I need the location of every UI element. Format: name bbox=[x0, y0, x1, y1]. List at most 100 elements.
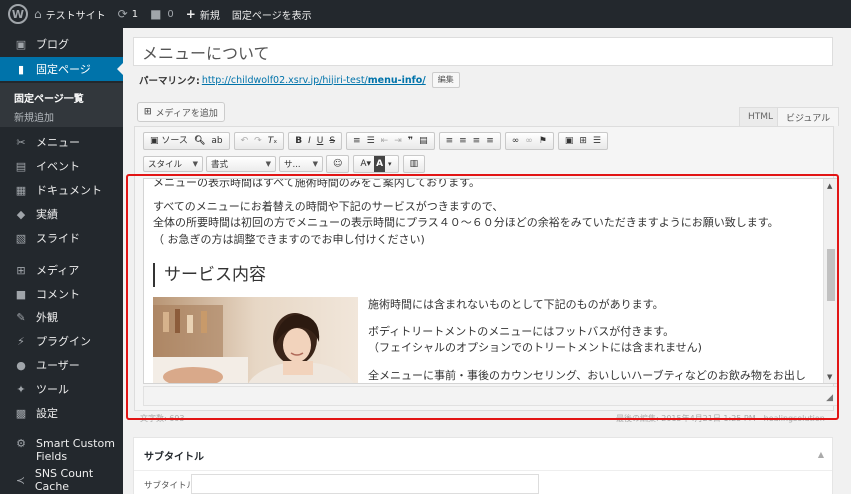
comment-icon: ■ bbox=[15, 287, 27, 301]
sidebar-item-plugins[interactable]: ⚡ プラグイン bbox=[0, 329, 123, 353]
horizontal-rule-icon[interactable]: ☰ bbox=[590, 133, 604, 149]
sidebar-item-slide[interactable]: ▧ スライド bbox=[0, 226, 123, 250]
chevron-down-icon[interactable]: ▾ bbox=[385, 156, 395, 172]
sidebar-item-tools[interactable]: ✦ ツール bbox=[0, 377, 123, 401]
paste-icon[interactable]: ▥ bbox=[407, 156, 422, 172]
active-arrow bbox=[117, 63, 123, 75]
sidebar-item-menu[interactable]: ✂ メニュー bbox=[0, 130, 123, 154]
toolbar-row-2: スタイル ▼ 書式 ▼ サ... ▼ ☺ A▾ A ▾ ▥ bbox=[143, 155, 429, 173]
content-paragraph: 全体の所要時間は初回の方でメニューの表示時間にプラス４０～６０分ほどの余裕をみて… bbox=[153, 216, 779, 229]
align-right-icon[interactable]: ≡ bbox=[470, 133, 484, 149]
style-select[interactable]: スタイル ▼ bbox=[143, 156, 203, 172]
align-center-icon[interactable]: ≡ bbox=[456, 133, 470, 149]
comments-link[interactable]: ■ 0 bbox=[144, 0, 180, 28]
align-left-icon[interactable]: ≡ bbox=[443, 133, 457, 149]
align-justify-icon[interactable]: ≡ bbox=[483, 133, 497, 149]
submenu-all-pages[interactable]: 固定ページ一覧 bbox=[14, 90, 84, 105]
italic-icon[interactable]: I bbox=[305, 133, 314, 149]
redo-icon[interactable]: ↷ bbox=[251, 133, 265, 149]
font-size-select[interactable]: サ... ▼ bbox=[279, 156, 323, 172]
slide-icon: ▧ bbox=[15, 231, 27, 245]
pin-icon: ▣ bbox=[15, 37, 27, 51]
outdent-icon[interactable]: ⇤ bbox=[378, 133, 392, 149]
sidebar-item-works[interactable]: ◆ 実績 bbox=[0, 202, 123, 226]
bullet-list-icon[interactable]: ☰ bbox=[364, 133, 378, 149]
refresh-icon: ⟳ bbox=[117, 7, 128, 21]
content-paragraph: すべてのメニューにお着替えの時間や下記のサービスがつきますので、 bbox=[153, 200, 504, 213]
submenu-add-new[interactable]: 新規追加 bbox=[14, 109, 54, 124]
settings-icon: ▩ bbox=[15, 406, 27, 420]
content-paragraph: 施術時間には含まれないものとして下記のものがあります。 bbox=[368, 298, 664, 311]
format-select[interactable]: 書式 ▼ bbox=[206, 156, 276, 172]
post-title-input[interactable]: メニューについて bbox=[133, 37, 833, 66]
resize-handle-icon[interactable]: ◢ bbox=[826, 393, 833, 403]
tag-icon: ◆ bbox=[16, 207, 26, 221]
chevron-down-icon: ▼ bbox=[192, 160, 198, 168]
content-heading: サービス内容 bbox=[153, 263, 266, 287]
bold-icon[interactable]: B bbox=[292, 133, 305, 149]
pages-submenu: 固定ページ一覧 新規追加 bbox=[0, 83, 123, 127]
unlink-icon[interactable]: ∞ bbox=[522, 133, 536, 149]
content-paragraph: メニューの表示時間はすべて施術時間のみをご案内しております。 bbox=[153, 178, 481, 189]
div-icon[interactable]: ▤ bbox=[416, 133, 431, 149]
emoticon-icon[interactable]: ☺ bbox=[330, 156, 345, 172]
table-icon[interactable]: ⊞ bbox=[576, 133, 590, 149]
user-icon: ● bbox=[16, 358, 26, 372]
tab-html[interactable]: HTML bbox=[739, 107, 783, 126]
subtitle-field-label: サブタイトル bbox=[144, 481, 196, 491]
ordered-list-icon[interactable]: ≡ bbox=[350, 133, 364, 149]
sidebar-item-event[interactable]: ▤ イベント bbox=[0, 154, 123, 178]
add-media-button[interactable]: ⊞ メディアを追加 bbox=[137, 102, 225, 122]
subtitle-input[interactable] bbox=[191, 474, 539, 494]
document-icon: ▦ bbox=[15, 183, 27, 197]
updates-link[interactable]: ⟳ 1 bbox=[112, 0, 144, 28]
view-page-link[interactable]: 固定ページを表示 bbox=[226, 0, 318, 28]
site-name-link[interactable]: ⌂ テストサイト bbox=[28, 0, 112, 28]
sidebar-item-blog[interactable]: ▣ ブログ bbox=[0, 32, 123, 56]
scroll-up-icon[interactable]: ▲ bbox=[827, 182, 832, 190]
undo-icon[interactable]: ↶ bbox=[238, 133, 252, 149]
image-icon[interactable]: ▣ bbox=[562, 133, 577, 149]
scrollbar-thumb[interactable] bbox=[827, 249, 835, 301]
editor-content-area[interactable]: メニューの表示時間はすべて施術時間のみをご案内しております。 すべてのメニューに… bbox=[143, 178, 838, 384]
sidebar-item-settings[interactable]: ▩ 設定 bbox=[0, 401, 123, 425]
toolbar-row-1: ▣ ソース 🔍︎ ab ↶ ↷ Tₓ B I U S ≡ ☰ ⇤ ⇥ ❞ ▤ ≡… bbox=[143, 132, 612, 150]
event-icon: ▤ bbox=[15, 159, 27, 173]
sidebar-item-media[interactable]: ⊞ メディア bbox=[0, 258, 123, 282]
editor-container: ▣ ソース 🔍︎ ab ↶ ↷ Tₓ B I U S ≡ ☰ ⇤ ⇥ ❞ ▤ ≡… bbox=[134, 126, 838, 411]
editor-scrollbar[interactable]: ▲ ▼ bbox=[823, 179, 837, 383]
wordpress-logo-icon[interactable]: W bbox=[8, 4, 28, 24]
tab-visual[interactable]: ビジュアル bbox=[777, 107, 840, 126]
sidebar-item-comments[interactable]: ■ コメント bbox=[0, 282, 123, 306]
indent-icon[interactable]: ⇥ bbox=[391, 133, 405, 149]
permalink-edit-button[interactable]: 編集 bbox=[431, 72, 460, 88]
sidebar-item-appearance[interactable]: ✎ 外観 bbox=[0, 305, 123, 329]
admin-bar: W ⌂ テストサイト ⟳ 1 ■ 0 + 新規 固定ページを表示 bbox=[0, 0, 851, 28]
remove-format-icon[interactable]: Tₓ bbox=[265, 133, 281, 149]
link-icon[interactable]: ∞ bbox=[509, 133, 523, 149]
strikethrough-icon[interactable]: S bbox=[326, 133, 338, 149]
toggle-arrow-icon[interactable]: ▲ bbox=[818, 450, 824, 459]
background-color-icon[interactable]: A bbox=[374, 156, 386, 172]
sidebar-item-smart-custom-fields[interactable]: ⚙ Smart Custom Fields bbox=[0, 433, 123, 467]
permalink-link[interactable]: http://childwolf02.xsrv.jp/hijiri-test/m… bbox=[202, 75, 426, 86]
text-color-icon[interactable]: A▾ bbox=[357, 156, 374, 172]
new-content-link[interactable]: + 新規 bbox=[180, 0, 226, 28]
underline-icon[interactable]: U bbox=[314, 133, 327, 149]
postbox-title: サブタイトル bbox=[144, 452, 204, 463]
find-icon[interactable]: 🔍︎ bbox=[191, 133, 208, 149]
word-count: 文字数: 693 bbox=[140, 414, 185, 423]
page-icon: ▮ bbox=[17, 62, 25, 76]
sidebar-item-sns-count-cache[interactable]: ≺ SNS Count Cache bbox=[0, 467, 123, 493]
divider bbox=[134, 470, 832, 471]
sidebar-item-pages[interactable]: ▮ 固定ページ bbox=[0, 57, 123, 81]
scroll-down-icon[interactable]: ▼ bbox=[827, 373, 832, 381]
source-button[interactable]: ▣ ソース bbox=[147, 133, 191, 149]
blockquote-icon[interactable]: ❞ bbox=[405, 133, 416, 149]
sidebar-item-document[interactable]: ▦ ドキュメント bbox=[0, 178, 123, 202]
content-paragraph: （フェイシャルのオプションでのトリートメントには含まれません) bbox=[368, 341, 702, 354]
anchor-flag-icon[interactable]: ⚑ bbox=[536, 133, 550, 149]
sidebar-item-users[interactable]: ● ユーザー bbox=[0, 353, 123, 377]
content-paragraph: （ お急ぎの方は調整できますのでお申し付けください) bbox=[153, 233, 425, 246]
replace-icon[interactable]: ab bbox=[208, 133, 225, 149]
